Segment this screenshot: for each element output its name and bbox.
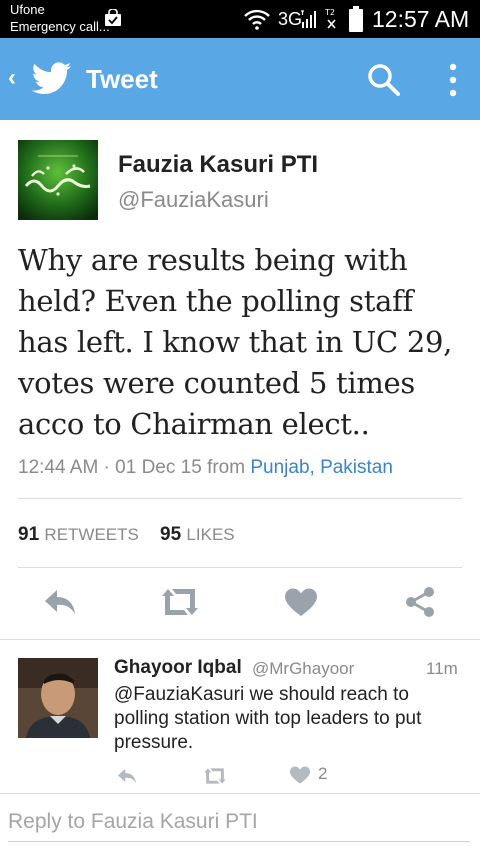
reply-input[interactable] [8,802,470,842]
status-bar: Ufone Emergency call... 3G T2 12:57 AM [0,0,480,38]
retweet-icon[interactable] [158,586,202,618]
tweet-meta: 12:44 AM · 01 Dec 15 from Punjab, Pakist… [18,456,393,480]
divider [18,567,462,568]
share-icon[interactable] [404,586,436,618]
tweet-location-link[interactable]: Punjab, Pakistan [250,457,393,478]
reply-composer [0,793,480,854]
author-handle[interactable]: @FauziaKasuri [118,186,269,214]
from-label: from [207,457,246,478]
divider [0,639,480,640]
app-bar: ‹ Tweet [0,38,480,120]
tweet-stats: 91 RETWEETS 95 LIKES [18,523,235,547]
shopping-bag-icon [105,9,121,26]
tweet-text: Why are results being with held? Even th… [18,243,453,441]
tweet-timestamp: 12:44 AM · 01 Dec 15 [18,457,202,478]
like-heart-icon[interactable] [285,588,317,618]
emergency-call-label: Emergency call... [10,19,110,34]
network-type-label: 3G [278,9,303,29]
pakistan-calligraphy-image [18,140,98,220]
clock: 12:57 AM [372,6,470,32]
svg-text:T2: T2 [324,8,335,17]
like-count[interactable]: 95 [160,524,181,545]
author-avatar[interactable] [18,140,98,220]
retweets-label[interactable]: RETWEETS [44,525,138,544]
reply-icon[interactable] [42,587,78,617]
overflow-menu-icon[interactable] [440,60,466,100]
page-title: Tweet [86,64,158,94]
reply-author-avatar[interactable] [18,658,98,738]
reply-retweet-icon[interactable] [202,766,228,786]
back-chevron-icon[interactable]: ‹ [8,66,16,90]
retweet-count[interactable]: 91 [18,524,39,545]
reply-text: @FauziaKasuri we should reach to polling… [114,684,422,753]
reply-reply-icon[interactable] [116,767,138,785]
twitter-bird-icon[interactable] [32,62,72,96]
reply-like-count: 2 [318,764,328,783]
battery-icon [349,6,363,32]
reply-like-heart-icon[interactable] [290,766,310,785]
reply-author-name[interactable]: Ghayoor Iqbal [114,656,242,680]
divider [18,498,462,499]
sim-no-signal-icon: T2 [324,8,336,29]
wifi-icon [244,9,270,30]
carrier-label: Ufone [10,2,45,17]
author-name[interactable]: Fauzia Kasuri PTI [118,150,318,180]
reply-author-photo [18,658,98,738]
reply-time: 11m [426,659,458,678]
likes-label[interactable]: LIKES [186,525,234,544]
signal-strength-icon [301,10,316,28]
reply-author-handle[interactable]: @MrGhayoor [252,657,354,681]
search-icon[interactable] [366,62,402,98]
